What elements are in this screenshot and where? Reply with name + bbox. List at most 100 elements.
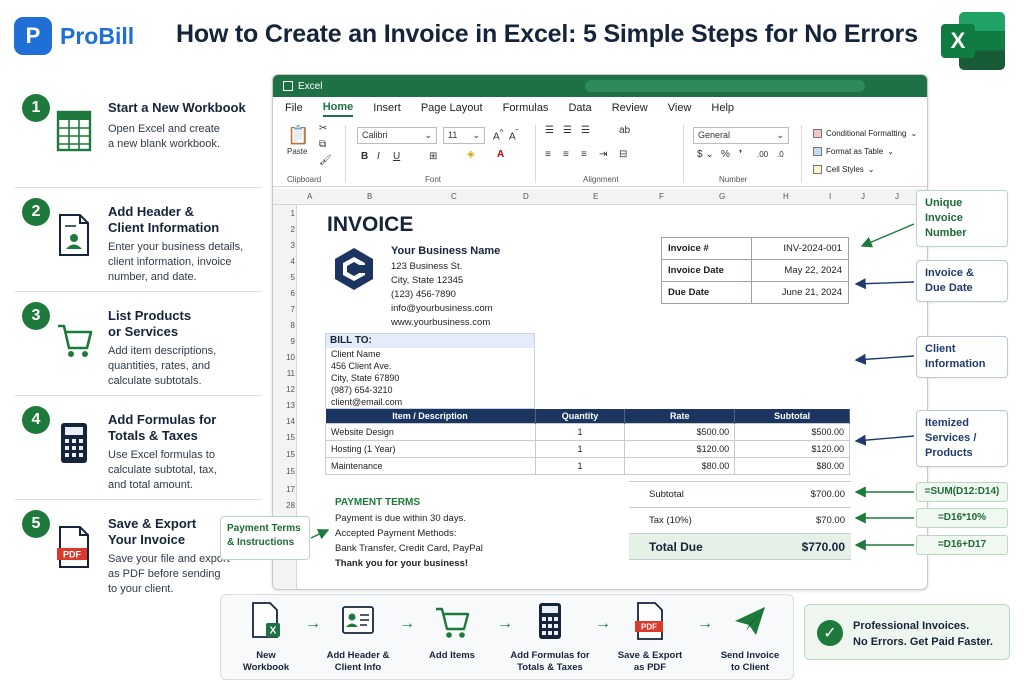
tab-insert[interactable]: Insert bbox=[373, 102, 401, 116]
search-bar[interactable] bbox=[585, 80, 865, 92]
column-header[interactable]: D bbox=[523, 192, 529, 201]
item-description[interactable]: Hosting (1 Year) bbox=[325, 439, 536, 458]
invoice-date-value[interactable]: May 22, 2024 bbox=[751, 259, 849, 282]
business-phone[interactable]: (123) 456-7890 bbox=[391, 289, 456, 300]
business-email[interactable]: info@yourbusiness.com bbox=[391, 303, 493, 314]
font-color-icon[interactable]: A bbox=[497, 149, 504, 160]
tab-view[interactable]: View bbox=[668, 102, 692, 116]
row-header[interactable]: 3 bbox=[273, 241, 295, 250]
font-name-select[interactable]: Calibri ⌄ bbox=[357, 127, 437, 144]
column-header[interactable]: J bbox=[895, 192, 899, 201]
tab-home[interactable]: Home bbox=[322, 101, 354, 117]
align-middle-icon[interactable]: ☰ bbox=[563, 125, 572, 136]
invoice-date-label[interactable]: Invoice Date bbox=[661, 259, 752, 282]
tab-data[interactable]: Data bbox=[568, 102, 591, 116]
item-description[interactable]: Maintenance bbox=[325, 456, 536, 475]
row-header[interactable]: 10 bbox=[273, 353, 295, 362]
row-header[interactable]: 17 bbox=[273, 485, 295, 494]
subtotal-label[interactable]: Subtotal bbox=[629, 481, 761, 508]
total-due-label[interactable]: Total Due bbox=[629, 533, 761, 560]
align-top-icon[interactable]: ☰ bbox=[545, 125, 554, 136]
item-rate[interactable]: $80.00 bbox=[624, 456, 736, 475]
row-header[interactable]: 7 bbox=[273, 305, 295, 314]
tab-file[interactable]: File bbox=[285, 102, 303, 116]
column-header[interactable]: A bbox=[307, 192, 312, 201]
business-city[interactable]: City, State 12345 bbox=[391, 275, 463, 286]
row-header[interactable]: 12 bbox=[273, 385, 295, 394]
column-rate[interactable]: Rate bbox=[624, 409, 736, 423]
format-painter-icon[interactable]: 🖌 bbox=[319, 155, 332, 166]
item-quantity[interactable]: 1 bbox=[534, 422, 626, 441]
invoice-number-label[interactable]: Invoice # bbox=[661, 237, 752, 260]
tab-review[interactable]: Review bbox=[612, 102, 648, 116]
item-subtotal[interactable]: $120.00 bbox=[734, 439, 850, 458]
row-header[interactable]: 15 bbox=[273, 467, 295, 476]
font-size-select[interactable]: 11 ⌄ bbox=[443, 127, 485, 144]
due-date-value[interactable]: June 21, 2024 bbox=[751, 281, 849, 304]
row-header[interactable]: 14 bbox=[273, 417, 295, 426]
row-header[interactable]: 15 bbox=[273, 433, 295, 442]
row-header[interactable]: 4 bbox=[273, 257, 295, 266]
thank-you-note[interactable]: Thank you for your business! bbox=[335, 558, 468, 569]
due-date-label[interactable]: Due Date bbox=[661, 281, 752, 304]
item-rate[interactable]: $120.00 bbox=[624, 439, 736, 458]
bold-icon[interactable]: B bbox=[361, 151, 368, 162]
item-subtotal[interactable]: $500.00 bbox=[734, 422, 850, 441]
decrease-font-icon[interactable]: Aˇ bbox=[509, 127, 518, 142]
cut-icon[interactable]: ✂ bbox=[319, 123, 327, 134]
row-header[interactable]: 5 bbox=[273, 273, 295, 282]
payment-terms-line[interactable]: Payment is due within 30 days. bbox=[335, 513, 466, 524]
increase-decimal-icon[interactable]: .00 bbox=[757, 150, 768, 159]
merge-center-icon[interactable]: ⊟ bbox=[619, 149, 627, 160]
tab-help[interactable]: Help bbox=[711, 102, 734, 116]
business-address[interactable]: 123 Business St. bbox=[391, 261, 462, 272]
align-left-icon[interactable]: ≡ bbox=[545, 149, 551, 160]
copy-icon[interactable]: ⧉ bbox=[319, 139, 326, 150]
client-email[interactable]: client@email.com bbox=[326, 396, 534, 408]
row-header[interactable]: 15 bbox=[273, 450, 295, 459]
column-header[interactable]: H bbox=[783, 192, 789, 201]
row-header[interactable]: 1 bbox=[273, 209, 295, 218]
client-address[interactable]: 456 Client Ave. bbox=[326, 360, 534, 372]
conditional-formatting-button[interactable]: Conditional Formatting ⌄ bbox=[813, 129, 917, 138]
column-quantity[interactable]: Quantity bbox=[535, 409, 626, 423]
column-header[interactable]: B bbox=[367, 192, 372, 201]
align-bottom-icon[interactable]: ☰ bbox=[581, 125, 590, 136]
column-header[interactable]: G bbox=[719, 192, 725, 201]
tax-value[interactable]: $70.00 bbox=[760, 507, 851, 534]
subtotal-value[interactable]: $700.00 bbox=[760, 481, 851, 508]
column-header[interactable]: J bbox=[861, 192, 865, 201]
decrease-decimal-icon[interactable]: .0 bbox=[777, 150, 784, 159]
payment-methods-label[interactable]: Accepted Payment Methods: bbox=[335, 528, 456, 539]
column-header[interactable]: C bbox=[451, 192, 457, 201]
column-subtotal[interactable]: Subtotal bbox=[734, 409, 850, 423]
row-header[interactable]: 6 bbox=[273, 289, 295, 298]
cell-styles-button[interactable]: Cell Styles ⌄ bbox=[813, 165, 875, 174]
percent-icon[interactable]: % bbox=[721, 149, 730, 160]
business-name[interactable]: Your Business Name bbox=[391, 245, 500, 257]
row-header[interactable]: 2 bbox=[273, 225, 295, 234]
column-header[interactable]: E bbox=[593, 192, 598, 201]
client-city[interactable]: City, State 67890 bbox=[326, 372, 534, 384]
total-due-value[interactable]: $770.00 bbox=[760, 533, 851, 560]
item-quantity[interactable]: 1 bbox=[534, 456, 626, 475]
row-header[interactable]: 11 bbox=[273, 369, 295, 378]
number-format-select[interactable]: General ⌄ bbox=[693, 127, 789, 144]
column-header[interactable]: F bbox=[659, 192, 664, 201]
indent-icon[interactable]: ⇥ bbox=[599, 149, 607, 160]
business-website[interactable]: www.yourbusiness.com bbox=[391, 317, 490, 328]
tax-label[interactable]: Tax (10%) bbox=[629, 507, 761, 534]
client-name[interactable]: Client Name bbox=[326, 348, 534, 360]
align-center-icon[interactable]: ≡ bbox=[563, 149, 569, 160]
payment-methods[interactable]: Bank Transfer, Credit Card, PayPal bbox=[335, 543, 483, 554]
client-phone[interactable]: (987) 654-3210 bbox=[326, 384, 534, 396]
row-header[interactable]: 13 bbox=[273, 401, 295, 410]
increase-font-icon[interactable]: A^ bbox=[493, 127, 504, 142]
align-right-icon[interactable]: ≡ bbox=[581, 149, 587, 160]
format-as-table-button[interactable]: Format as Table ⌄ bbox=[813, 147, 894, 156]
comma-icon[interactable]: ❜ bbox=[739, 149, 742, 160]
column-item-description[interactable]: Item / Description bbox=[325, 409, 536, 423]
bill-to-heading[interactable]: BILL TO: bbox=[326, 334, 534, 348]
paste-icon[interactable]: 📋 bbox=[287, 125, 309, 146]
underline-icon[interactable]: U bbox=[393, 151, 400, 162]
